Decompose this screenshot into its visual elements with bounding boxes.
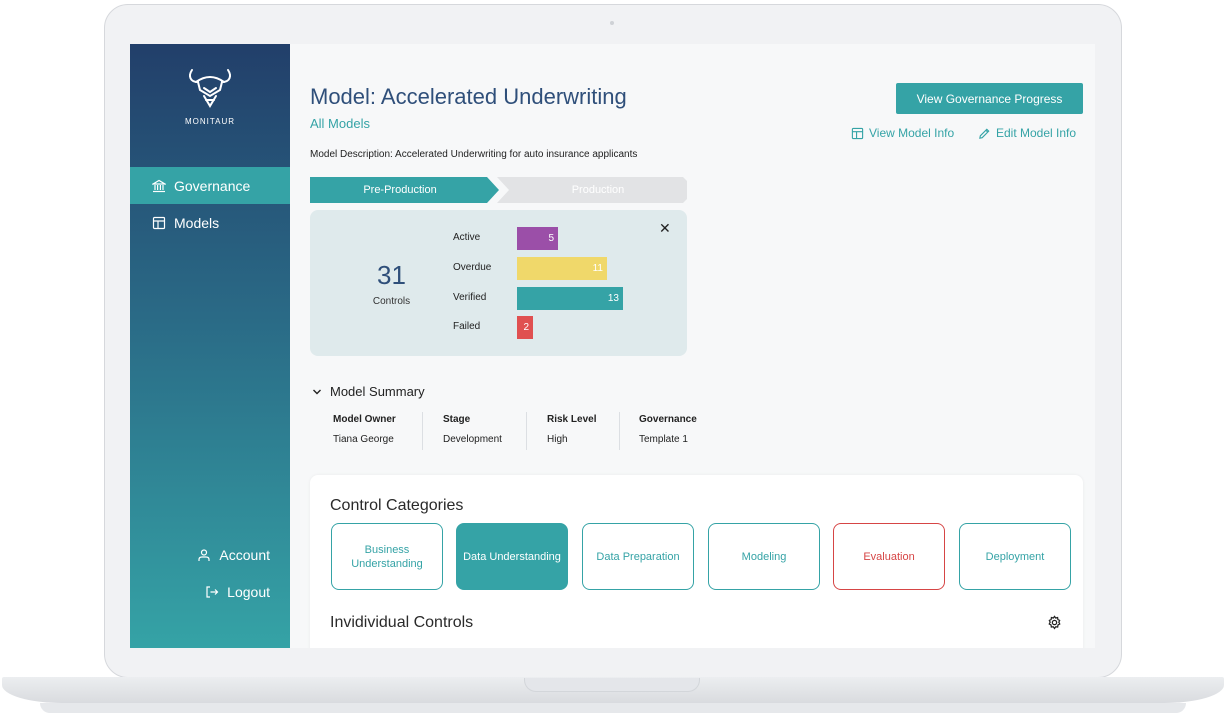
- summary-header: Risk Level: [547, 414, 596, 425]
- bar-label: Overdue: [453, 262, 491, 273]
- bar-label: Active: [453, 232, 480, 243]
- category-deployment[interactable]: Deployment: [959, 523, 1071, 590]
- app-screen: MONITAUR Governance Models Account Logou…: [130, 44, 1095, 648]
- breadcrumb-all-models[interactable]: All Models: [310, 116, 370, 131]
- summary-header: Stage: [443, 414, 502, 425]
- bar-active: 5: [517, 227, 558, 250]
- summary-divider: [619, 412, 620, 450]
- bar-verified: 13: [517, 287, 623, 310]
- summary-risk-level: Risk Level High: [547, 414, 596, 445]
- logout-link[interactable]: Logout: [205, 584, 270, 600]
- bank-icon: [152, 179, 166, 193]
- laptop-notch: [524, 678, 700, 692]
- controls-summary-card: 31 Controls Active 5 Overdue 11 Verified 13 Fa…: [310, 210, 687, 356]
- controls-total-label: Controls: [310, 296, 473, 307]
- stage-label: Pre-Production: [310, 177, 490, 203]
- edit-model-info-link[interactable]: Edit Model Info: [978, 126, 1076, 140]
- account-link[interactable]: Account: [197, 547, 270, 563]
- category-evaluation[interactable]: Evaluation: [833, 523, 945, 590]
- view-model-info-label: View Model Info: [869, 126, 954, 140]
- view-model-info-link[interactable]: View Model Info: [851, 126, 954, 140]
- bar-label: Failed: [453, 321, 480, 332]
- chevron-down-icon: [312, 387, 322, 397]
- summary-stage: Stage Development: [443, 414, 502, 445]
- category-modeling[interactable]: Modeling: [708, 523, 820, 590]
- stage-pre-production[interactable]: Pre-Production: [310, 177, 500, 203]
- sidebar-item-label: Governance: [174, 178, 250, 194]
- category-business-understanding[interactable]: Business Understanding: [331, 523, 443, 590]
- gear-icon[interactable]: [1047, 615, 1062, 630]
- bar-value: 11: [593, 263, 603, 274]
- sidebar-item-label: Models: [174, 215, 219, 231]
- laptop-camera: [610, 21, 614, 25]
- logout-icon: [205, 585, 219, 599]
- stage-production[interactable]: Production: [497, 177, 687, 203]
- close-icon[interactable]: ✕: [659, 220, 671, 237]
- bar-value: 13: [608, 293, 619, 304]
- controls-total: 31: [310, 260, 473, 291]
- bar-value: 5: [548, 233, 554, 244]
- category-data-understanding[interactable]: Data Understanding: [456, 523, 568, 590]
- table-icon: [851, 127, 864, 140]
- category-data-preparation[interactable]: Data Preparation: [582, 523, 694, 590]
- user-icon: [197, 548, 211, 562]
- pencil-icon: [978, 127, 991, 140]
- sidebar: MONITAUR Governance Models Account Logou…: [130, 44, 290, 648]
- bar-overdue: 11: [517, 257, 607, 280]
- table-icon: [152, 216, 166, 230]
- view-governance-progress-button[interactable]: View Governance Progress: [896, 83, 1083, 114]
- edit-model-info-label: Edit Model Info: [996, 126, 1076, 140]
- summary-value: Development: [443, 434, 502, 445]
- sidebar-item-models[interactable]: Models: [130, 204, 290, 241]
- summary-value: High: [547, 434, 596, 445]
- bar-failed: 2: [517, 316, 533, 339]
- summary-value: Template 1: [639, 434, 697, 445]
- summary-header: Model Owner: [333, 414, 396, 425]
- bar-value: 2: [523, 322, 529, 333]
- summary-divider: [422, 412, 423, 450]
- summary-header: Governance: [639, 414, 697, 425]
- laptop-base-edge: [40, 703, 1186, 713]
- brand-name: MONITAUR: [130, 117, 290, 126]
- logout-label: Logout: [227, 584, 270, 600]
- model-description: Model Description: Accelerated Underwrit…: [310, 149, 637, 160]
- summary-divider: [526, 412, 527, 450]
- summary-value: Tiana George: [333, 434, 396, 445]
- stage-label: Production: [509, 177, 687, 203]
- sidebar-item-governance[interactable]: Governance: [130, 167, 290, 204]
- individual-controls-title: Invidividual Controls: [330, 614, 473, 632]
- control-categories-panel: Control Categories Business Understandin…: [310, 475, 1083, 648]
- summary-model-owner: Model Owner Tiana George: [333, 414, 396, 445]
- account-label: Account: [219, 547, 270, 563]
- model-summary-toggle[interactable]: Model Summary: [312, 384, 425, 399]
- monitaur-logo-icon: [186, 66, 234, 112]
- control-categories-title: Control Categories: [330, 497, 463, 515]
- page-title: Model: Accelerated Underwriting: [310, 84, 627, 110]
- summary-governance: Governance Template 1: [639, 414, 697, 445]
- bar-label: Verified: [453, 292, 486, 303]
- model-summary-title: Model Summary: [330, 384, 425, 399]
